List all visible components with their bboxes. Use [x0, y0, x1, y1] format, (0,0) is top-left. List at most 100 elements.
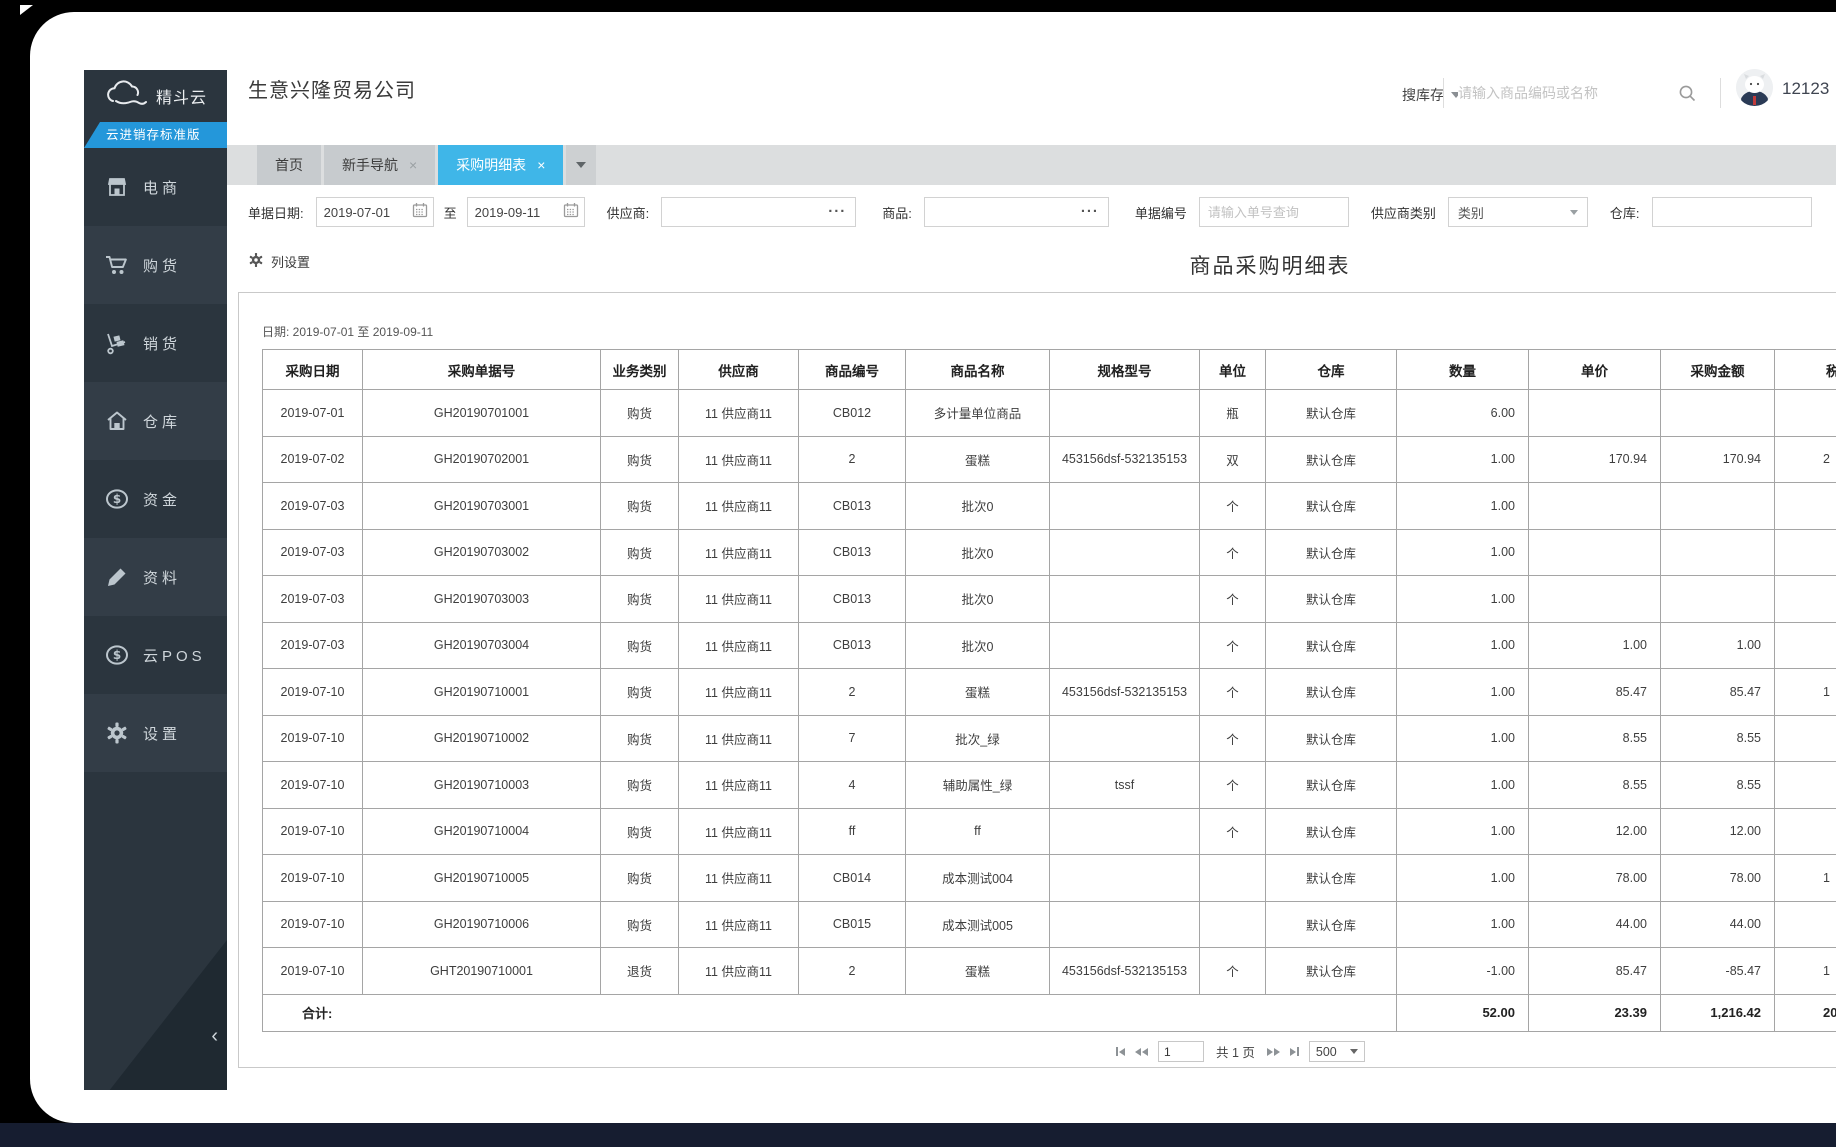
date-to-field[interactable] — [467, 197, 585, 227]
column-settings-label: 列设置 — [271, 252, 310, 271]
supplier-picker[interactable]: ··· — [661, 197, 856, 227]
cell: CB013 — [799, 622, 906, 669]
page-number-input[interactable] — [1158, 1041, 1204, 1062]
cell: 默认仓库 — [1266, 483, 1397, 530]
ellipsis-icon[interactable]: ··· — [828, 207, 846, 217]
tab-label: 新手导航 — [342, 155, 398, 175]
supplier-type-value: 类别 — [1458, 203, 1484, 222]
window-corner-mark — [20, 5, 33, 15]
sidebar-item-purchase[interactable]: 购货 — [84, 226, 227, 304]
user-number: 12123 — [1782, 79, 1829, 99]
table-row[interactable]: 2019-07-10GH20190710004购货11 供应商11ffff个默认… — [263, 808, 1836, 855]
cell: 2019-07-10 — [263, 762, 363, 809]
table-row[interactable]: 2019-07-03GH20190703002购货11 供应商11CB013批次… — [263, 529, 1836, 576]
table-row[interactable]: 2019-07-03GH20190703003购货11 供应商11CB013批次… — [263, 576, 1836, 623]
sidebar-item-warehouse[interactable]: 仓库 — [84, 382, 227, 460]
sidebar-item-cloudpos[interactable]: $ 云POS — [84, 616, 227, 694]
gear-icon — [104, 721, 130, 745]
tab-list-dropdown-button[interactable] — [566, 145, 596, 185]
table-row[interactable]: 2019-07-10GH20190710001购货11 供应商112蛋糕4531… — [263, 669, 1836, 716]
tab-label: 首页 — [275, 155, 303, 175]
table-row[interactable]: 2019-07-01GH20190701001购货11 供应商11CB012多计… — [263, 390, 1836, 437]
report-table: 采购日期采购单据号业务类别供应商商品编号商品名称规格型号单位仓库数量单价采购金额… — [262, 349, 1836, 1032]
cell: GH20190710004 — [363, 808, 601, 855]
cell: 1.00 — [1397, 901, 1529, 948]
sidebar-item-ecommerce[interactable]: 电商 — [84, 148, 227, 226]
sidebar-item-data[interactable]: 资料 — [84, 538, 227, 616]
cell: 2019-07-01 — [263, 390, 363, 437]
table-row[interactable]: 2019-07-10GH20190710002购货11 供应商117批次_绿个默… — [263, 715, 1836, 762]
column-header: 单价 — [1529, 350, 1661, 390]
cell: 2 — [1775, 436, 1836, 483]
cell: 44.00 — [1661, 901, 1775, 948]
cell — [1775, 762, 1836, 809]
sidebar-collapse-arrow[interactable]: ‹ — [211, 1026, 218, 1046]
table-row[interactable]: 2019-07-02GH20190702001购货11 供应商112蛋糕4531… — [263, 436, 1836, 483]
first-page-icon[interactable] — [1116, 1047, 1125, 1056]
date-from-input[interactable] — [324, 199, 408, 225]
sidebar-item-settings[interactable]: 设置 — [84, 694, 227, 772]
date-to-input[interactable] — [475, 199, 559, 225]
column-header: 供应商 — [679, 350, 799, 390]
cell: GH20190703004 — [363, 622, 601, 669]
magnifier-icon[interactable] — [1678, 84, 1697, 108]
ellipsis-icon[interactable]: ··· — [1081, 207, 1099, 217]
cat-avatar-icon[interactable] — [1736, 69, 1773, 106]
search-input[interactable] — [1458, 78, 1674, 108]
close-icon[interactable]: × — [537, 157, 545, 173]
bill-no-input[interactable] — [1199, 197, 1349, 227]
close-icon[interactable]: × — [409, 157, 417, 173]
column-settings-button[interactable]: 列设置 — [248, 252, 310, 271]
last-page-icon[interactable] — [1290, 1047, 1299, 1056]
prev-page-icon[interactable] — [1135, 1048, 1148, 1056]
tab-beginner-guide[interactable]: 新手导航 × — [324, 145, 435, 185]
calendar-icon[interactable] — [563, 202, 579, 223]
table-row[interactable]: 2019-07-10GHT20190710001退货11 供应商112蛋糕453… — [263, 948, 1836, 995]
cell: 11 供应商11 — [679, 855, 799, 902]
tab-home[interactable]: 首页 — [257, 145, 321, 185]
cell — [1775, 576, 1836, 623]
cell: 购货 — [601, 808, 679, 855]
total-qty: 52.00 — [1397, 994, 1529, 1031]
table-row[interactable]: 2019-07-03GH20190703001购货11 供应商11CB013批次… — [263, 483, 1836, 530]
table-row[interactable]: 2019-07-10GH20190710005购货11 供应商11CB014成本… — [263, 855, 1836, 902]
search-scope-dropdown[interactable]: 搜库存 — [1402, 85, 1461, 105]
cell: 购货 — [601, 622, 679, 669]
cell: 瓶 — [1200, 390, 1266, 437]
cell: 1.00 — [1397, 669, 1529, 716]
supplier-type-select[interactable]: 类别 — [1448, 197, 1588, 227]
cell: 批次0 — [906, 483, 1050, 530]
cell: 个 — [1200, 808, 1266, 855]
app-logo[interactable]: 精斗云 — [84, 70, 227, 122]
table-row[interactable]: 2019-07-10GH20190710003购货11 供应商114辅助属性_绿… — [263, 762, 1836, 809]
cell: 2019-07-03 — [263, 622, 363, 669]
sidebar-item-funds[interactable]: $ 资金 — [84, 460, 227, 538]
next-page-icon[interactable] — [1267, 1048, 1280, 1056]
cell: 2019-07-03 — [263, 529, 363, 576]
tab-purchase-detail-report[interactable]: 采购明细表 × — [438, 145, 563, 185]
warehouse-input[interactable] — [1652, 197, 1812, 227]
cloud-icon — [104, 80, 148, 112]
cell: 批次0 — [906, 576, 1050, 623]
sidebar-item-sales[interactable]: 销货 — [84, 304, 227, 382]
cell: ff — [799, 808, 906, 855]
date-from-field[interactable] — [316, 197, 434, 227]
divider — [1720, 78, 1721, 108]
cell: 默认仓库 — [1266, 808, 1397, 855]
cell — [1775, 483, 1836, 530]
cell: 个 — [1200, 948, 1266, 995]
cell — [1050, 622, 1200, 669]
cell: 个 — [1200, 529, 1266, 576]
cell: 8.55 — [1661, 762, 1775, 809]
cell: GH20190710006 — [363, 901, 601, 948]
product-picker[interactable]: ··· — [924, 197, 1109, 227]
table-row[interactable]: 2019-07-03GH20190703004购货11 供应商11CB013批次… — [263, 622, 1836, 669]
column-header: 税额 — [1775, 350, 1836, 390]
calendar-icon[interactable] — [412, 202, 428, 223]
warehouse-label: 仓库: — [1610, 203, 1640, 222]
cell — [1050, 529, 1200, 576]
page-size-select[interactable]: 500 — [1309, 1041, 1365, 1062]
cell — [1775, 901, 1836, 948]
table-row[interactable]: 2019-07-10GH20190710006购货11 供应商11CB015成本… — [263, 901, 1836, 948]
cell: 退货 — [601, 948, 679, 995]
